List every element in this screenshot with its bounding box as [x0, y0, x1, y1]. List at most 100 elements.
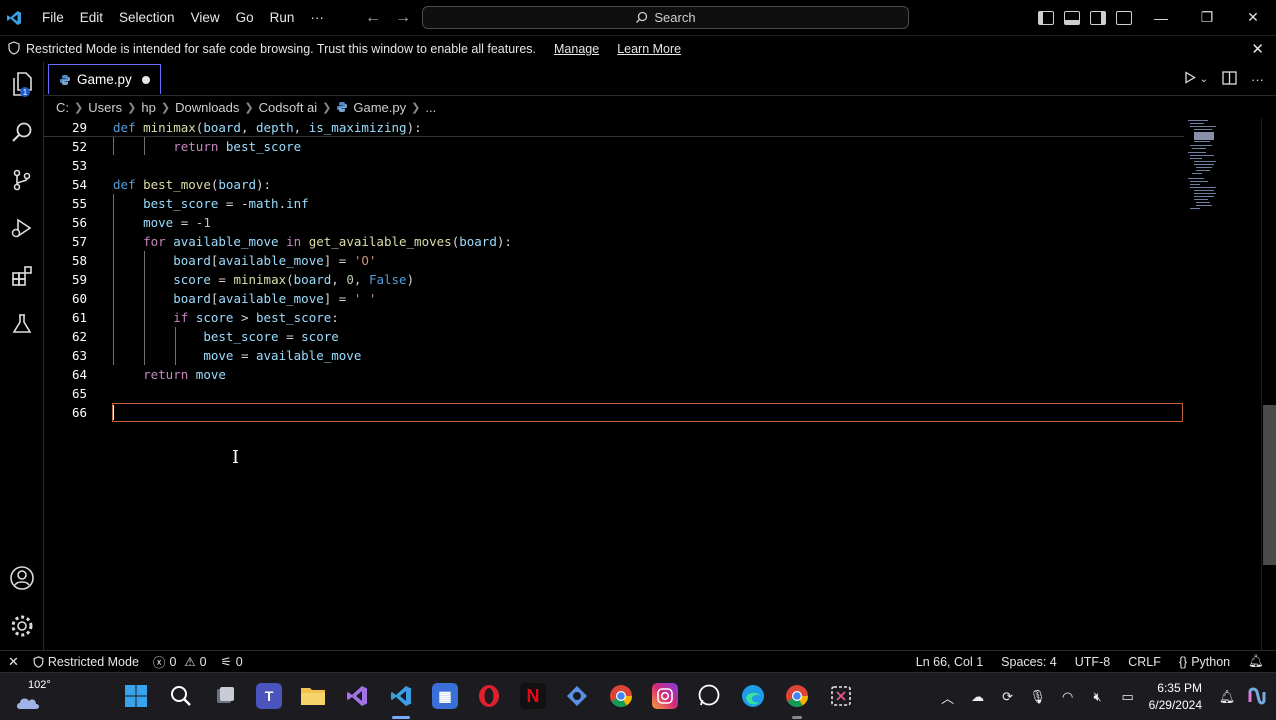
menu-run[interactable]: Run: [262, 0, 303, 35]
code-line: 52 return best_score: [44, 137, 1184, 156]
microphone-icon[interactable]: 🎙︎: [1023, 689, 1053, 705]
restricted-mode-status[interactable]: Restricted Mode: [33, 655, 139, 669]
learn-more-link[interactable]: Learn More: [617, 42, 681, 56]
command-search-box[interactable]: Search: [422, 6, 909, 29]
source-control-icon[interactable]: [8, 166, 36, 194]
whatsapp-icon[interactable]: [696, 683, 722, 709]
menu-selection[interactable]: Selection: [111, 0, 183, 35]
sync-icon[interactable]: ⟳: [993, 689, 1023, 705]
toggle-panel-icon[interactable]: [1064, 10, 1080, 25]
encoding[interactable]: UTF-8: [1075, 655, 1110, 669]
vertical-scrollbar[interactable]: [1263, 405, 1276, 565]
more-actions-icon[interactable]: ···: [1251, 72, 1264, 87]
braces-icon: {}: [1178, 654, 1188, 669]
breadcrumb: C: ❯ Users ❯ hp ❯ Downloads ❯ Codsoft ai ❯ Ga…: [56, 99, 437, 115]
run-python-file-icon[interactable]: [1184, 71, 1196, 87]
error-count: 0: [169, 654, 177, 669]
notifications-bell-icon[interactable]: 🔔︎: [1248, 654, 1264, 669]
manage-link[interactable]: Manage: [554, 42, 599, 56]
toggle-secondary-sidebar-icon[interactable]: [1090, 10, 1106, 25]
explorer-icon[interactable]: 1: [8, 70, 36, 98]
split-editor-icon[interactable]: [1222, 70, 1237, 88]
code-line: 60 board[available_move] = ' ': [44, 289, 1184, 308]
line-number: 66: [71, 405, 87, 420]
copilot-preview-icon[interactable]: [1242, 686, 1272, 708]
code-line: 64 return move: [44, 365, 1184, 384]
ports-status[interactable]: ⚟ 0: [221, 654, 243, 670]
cursor-position[interactable]: Ln 66, Col 1: [916, 655, 983, 669]
taskbar-search-icon[interactable]: [168, 683, 194, 709]
menu-more[interactable]: ···: [302, 0, 332, 35]
code-line: 63 move = available_move: [44, 346, 1184, 365]
breadcrumb-codsoft-ai[interactable]: Codsoft ai: [259, 100, 318, 115]
notification-bell-icon[interactable]: 🔔︎: [1212, 689, 1242, 705]
menu-file[interactable]: File: [34, 0, 72, 35]
file-explorer-icon[interactable]: [300, 683, 326, 709]
task-view-icon[interactable]: [212, 683, 238, 709]
code-line: 56 move = -1: [44, 213, 1184, 232]
title-bar: File Edit Selection View Go Run ··· ← → …: [0, 0, 1276, 35]
start-windows-icon[interactable]: [123, 683, 149, 709]
code-text: if score > best_score:: [173, 310, 339, 325]
restricted-mode-label: Restricted Mode: [47, 654, 139, 669]
forward-arrow-icon[interactable]: →: [395, 9, 411, 27]
problems-status[interactable]: ⓧ 0 ⚠ 0: [153, 652, 207, 671]
tab-game-py[interactable]: Game.py: [48, 64, 161, 94]
chrome-icon[interactable]: [608, 683, 634, 709]
settings-gear-icon[interactable]: [8, 612, 36, 640]
toggle-primary-sidebar-icon[interactable]: [1038, 10, 1054, 25]
testing-flask-icon[interactable]: [8, 310, 36, 338]
close-window-icon[interactable]: ✕: [1230, 0, 1276, 35]
minimize-icon[interactable]: —: [1138, 0, 1184, 35]
back-arrow-icon[interactable]: ←: [365, 9, 381, 27]
menu-go[interactable]: Go: [228, 0, 262, 35]
code-editor[interactable]: 29 def minimax(board, depth, is_maximizi…: [44, 118, 1276, 650]
search-label: Search: [654, 10, 696, 25]
menu-edit[interactable]: Edit: [72, 0, 111, 35]
speaker-muted-icon[interactable]: 🔇︎: [1083, 689, 1113, 705]
search-icon[interactable]: [8, 118, 36, 146]
language-mode[interactable]: {} Python: [1179, 655, 1230, 669]
breadcrumb-symbol[interactable]: ...: [425, 100, 436, 115]
teams-icon[interactable]: T: [256, 683, 282, 709]
breadcrumb-drive[interactable]: C:: [56, 100, 69, 115]
scroll-track: [1261, 118, 1262, 650]
breadcrumb-hp[interactable]: hp: [141, 100, 155, 115]
visual-studio-icon[interactable]: [344, 683, 370, 709]
customize-layout-icon[interactable]: [1116, 10, 1132, 25]
remote-indicator-icon[interactable]: ✕: [8, 654, 19, 670]
opera-icon[interactable]: [476, 683, 502, 709]
run-options-chevron-icon[interactable]: ⌄: [1200, 74, 1208, 85]
code-line: 61 if score > best_score:: [44, 308, 1184, 327]
microsoft-store-icon[interactable]: ▦: [432, 683, 458, 709]
breadcrumb-downloads[interactable]: Downloads: [175, 100, 239, 115]
search-icon: [636, 11, 648, 23]
battery-icon[interactable]: ▭: [1113, 689, 1143, 705]
line-number: 64: [71, 367, 87, 382]
edge-icon[interactable]: [740, 683, 766, 709]
chrome-profile-icon[interactable]: [784, 683, 810, 709]
snipping-tool-icon[interactable]: [828, 683, 854, 709]
extensions-icon[interactable]: [8, 262, 36, 290]
breadcrumb-file[interactable]: Game.py: [353, 100, 406, 115]
indentation[interactable]: Spaces: 4: [1001, 655, 1057, 669]
taskbar-clock[interactable]: 6:35 PM 6/29/2024: [1149, 680, 1202, 714]
wifi-icon[interactable]: ◠: [1053, 689, 1083, 705]
breadcrumb-users[interactable]: Users: [88, 100, 122, 115]
netflix-icon[interactable]: N: [520, 683, 546, 709]
line-endings[interactable]: CRLF: [1128, 655, 1161, 669]
accounts-icon[interactable]: [8, 564, 36, 592]
onedrive-cloud-icon[interactable]: ☁: [963, 689, 993, 705]
code-line-current: 66: [44, 403, 1184, 422]
run-debug-icon[interactable]: [8, 214, 36, 242]
instagram-icon[interactable]: [652, 683, 678, 709]
weather-widget[interactable]: 102°: [14, 679, 51, 713]
restore-icon[interactable]: ❐: [1184, 0, 1230, 35]
copilot-icon[interactable]: [564, 683, 590, 709]
close-banner-icon[interactable]: ✕: [1251, 40, 1264, 58]
menu-view[interactable]: View: [183, 0, 228, 35]
vscode-taskbar-icon[interactable]: [388, 683, 414, 709]
show-hidden-icons-chevron-icon[interactable]: ︿: [933, 688, 963, 707]
unsaved-dot-icon[interactable]: [142, 76, 150, 84]
minimap[interactable]: [1186, 118, 1246, 218]
